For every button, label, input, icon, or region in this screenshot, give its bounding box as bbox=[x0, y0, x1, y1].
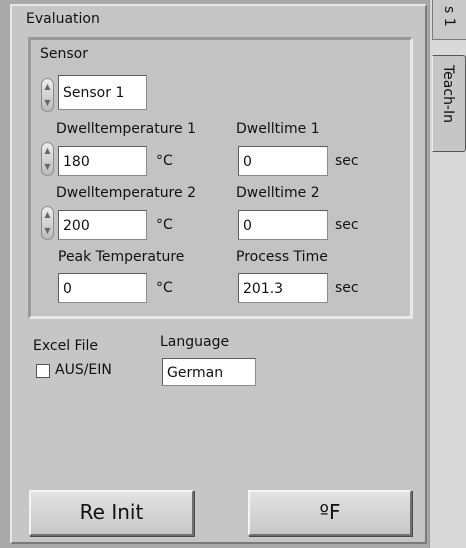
spin-down-icon[interactable]: ▼ bbox=[42, 95, 53, 111]
excel-file-checkbox[interactable] bbox=[36, 364, 50, 378]
excel-file-label: Excel File bbox=[33, 338, 98, 354]
dwell-temperature-1-label: Dwelltemperature 1 bbox=[56, 121, 196, 137]
tab-partial[interactable]: s 1 bbox=[432, 0, 466, 40]
tab-teach-in-label: Teach-In bbox=[440, 65, 456, 123]
sensor-select[interactable]: Sensor 1 bbox=[58, 75, 147, 110]
peak-temperature-display: 0 bbox=[58, 273, 147, 303]
dwell-temperature-1-spinner[interactable]: ▲ ▼ bbox=[41, 142, 54, 176]
spin-down-icon[interactable]: ▼ bbox=[42, 159, 53, 175]
spin-up-icon[interactable]: ▲ bbox=[42, 143, 53, 159]
dwell-temperature-2-input[interactable]: 200 bbox=[58, 210, 147, 240]
tab-partial-label: s 1 bbox=[441, 6, 457, 27]
dwell-temperature-1-unit: °C bbox=[156, 153, 173, 169]
sensor-spinner[interactable]: ▲ ▼ bbox=[41, 78, 54, 112]
spin-up-icon[interactable]: ▲ bbox=[42, 207, 53, 223]
process-time-display: 201.3 bbox=[238, 273, 328, 303]
dwell-temperature-1-input[interactable]: 180 bbox=[58, 146, 147, 176]
dwell-time-1-input[interactable]: 0 bbox=[238, 146, 328, 176]
fahrenheit-toggle-button[interactable]: ºF bbox=[248, 490, 412, 536]
spin-up-icon[interactable]: ▲ bbox=[42, 79, 53, 95]
language-label: Language bbox=[160, 334, 230, 350]
sensor-group-label: Sensor bbox=[40, 46, 88, 62]
dwell-time-1-unit: sec bbox=[335, 153, 359, 169]
dwell-temperature-2-unit: °C bbox=[156, 217, 173, 233]
process-time-unit: sec bbox=[335, 280, 359, 296]
peak-temperature-label: Peak Temperature bbox=[58, 249, 185, 265]
reinit-button[interactable]: Re Init bbox=[29, 490, 194, 536]
dwell-time-1-label: Dwelltime 1 bbox=[236, 121, 320, 137]
tab-teach-in[interactable]: Teach-In bbox=[432, 55, 466, 152]
dwell-time-2-unit: sec bbox=[335, 217, 359, 233]
evaluation-title: Evaluation bbox=[26, 11, 100, 27]
peak-temperature-unit: °C bbox=[156, 280, 173, 296]
process-time-label: Process Time bbox=[236, 249, 328, 265]
excel-file-checkbox-label: AUS/EIN bbox=[55, 362, 112, 378]
language-select[interactable]: German bbox=[162, 358, 256, 386]
dwell-temperature-2-spinner[interactable]: ▲ ▼ bbox=[41, 206, 54, 240]
dwell-time-2-input[interactable]: 0 bbox=[238, 210, 328, 240]
spin-down-icon[interactable]: ▼ bbox=[42, 223, 53, 239]
dwell-temperature-2-label: Dwelltemperature 2 bbox=[56, 185, 196, 201]
dwell-time-2-label: Dwelltime 2 bbox=[236, 185, 320, 201]
